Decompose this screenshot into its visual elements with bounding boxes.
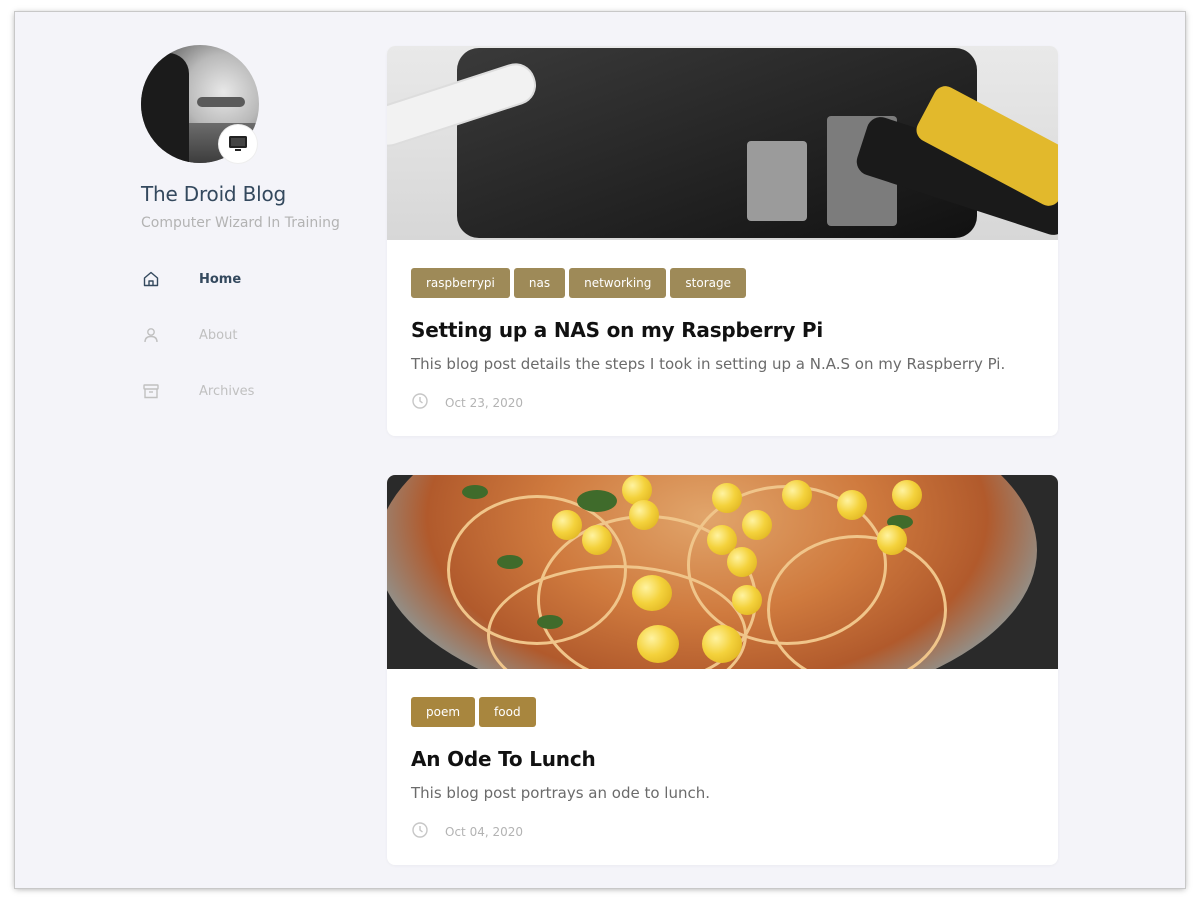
- corn-kernel: [629, 500, 659, 530]
- post-card[interactable]: raspberrypi nas networking storage Setti…: [387, 46, 1058, 436]
- post-title[interactable]: Setting up a NAS on my Raspberry Pi: [411, 318, 823, 342]
- site-title[interactable]: The Droid Blog: [141, 182, 286, 206]
- tag[interactable]: poem: [411, 697, 476, 727]
- tag[interactable]: food: [479, 697, 536, 727]
- post-date-text: Oct 04, 2020: [445, 825, 523, 839]
- post-thumbnail-raspberry-pi[interactable]: [387, 46, 1058, 240]
- post-excerpt: This blog post details the steps I took …: [411, 355, 1006, 373]
- sidebar-nav: Home About Archives: [141, 267, 254, 435]
- nav-item-about[interactable]: About: [141, 323, 254, 347]
- herb: [462, 485, 488, 499]
- pi-usb-port: [747, 141, 807, 221]
- clock-icon: [411, 392, 429, 414]
- corn-kernel: [892, 480, 922, 510]
- nav-item-label: About: [199, 327, 238, 343]
- nav-item-home[interactable]: Home: [141, 267, 254, 291]
- herb: [577, 490, 617, 512]
- corn-kernel: [632, 575, 672, 611]
- corn-kernel: [712, 483, 742, 513]
- corn-kernel: [727, 547, 757, 577]
- herb: [537, 615, 563, 629]
- post-title[interactable]: An Ode To Lunch: [411, 747, 596, 771]
- tag-list: poem food: [411, 697, 536, 727]
- tag-list: raspberrypi nas networking storage: [411, 268, 746, 298]
- tag[interactable]: nas: [513, 268, 566, 298]
- nav-item-label: Archives: [199, 383, 255, 399]
- post-date-text: Oct 23, 2020: [445, 396, 523, 410]
- archive-icon: [141, 381, 161, 401]
- avatar-plane: [197, 97, 245, 107]
- post-card[interactable]: poem food An Ode To Lunch This blog post…: [387, 475, 1058, 865]
- corn-kernel: [637, 625, 679, 663]
- corn-kernel: [702, 625, 742, 663]
- nav-item-label: Home: [199, 271, 242, 287]
- corn-kernel: [732, 585, 762, 615]
- corn-kernel: [837, 490, 867, 520]
- post-date: Oct 23, 2020: [411, 392, 523, 414]
- user-icon: [141, 325, 161, 345]
- browser-viewport: The Droid Blog Computer Wizard In Traini…: [15, 12, 1185, 888]
- corn-kernel: [742, 510, 772, 540]
- monitor-icon: [219, 125, 257, 163]
- avatar-figure: [141, 53, 189, 163]
- tag[interactable]: raspberrypi: [411, 268, 510, 298]
- tag[interactable]: storage: [670, 268, 746, 298]
- corn-kernel: [552, 510, 582, 540]
- post-excerpt: This blog post portrays an ode to lunch.: [411, 784, 710, 802]
- corn-kernel: [582, 525, 612, 555]
- nav-item-archives[interactable]: Archives: [141, 379, 254, 403]
- herb: [497, 555, 523, 569]
- post-thumbnail-noodles[interactable]: [387, 475, 1058, 669]
- clock-icon: [411, 821, 429, 843]
- corn-kernel: [782, 480, 812, 510]
- tag[interactable]: networking: [569, 268, 667, 298]
- site-subtitle: Computer Wizard In Training: [141, 215, 340, 231]
- corn-kernel: [877, 525, 907, 555]
- home-icon: [141, 269, 161, 289]
- post-date: Oct 04, 2020: [411, 821, 523, 843]
